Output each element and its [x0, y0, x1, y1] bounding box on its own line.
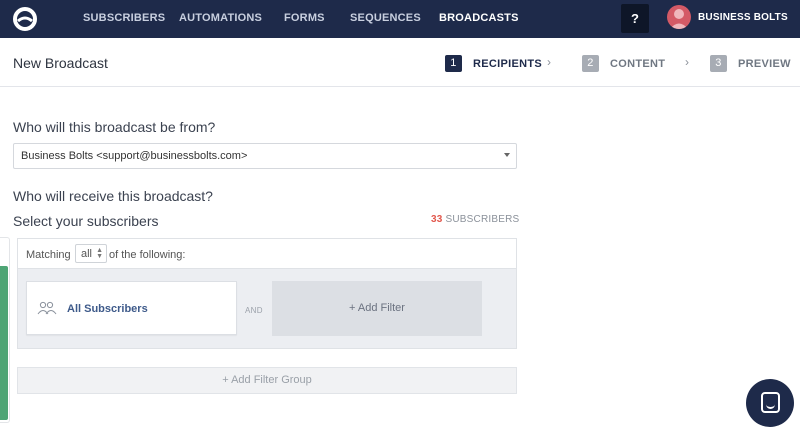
nav-item-sequences[interactable]: SEQUENCES [350, 12, 421, 24]
left-side-panel[interactable] [0, 237, 10, 423]
subscriber-count-suffix: SUBSCRIBERS [445, 214, 520, 225]
and-label: AND [245, 306, 263, 315]
add-filter-group-button[interactable]: + Add Filter Group [17, 367, 517, 394]
from-select-value: Business Bolts <support@businessbolts.co… [21, 150, 248, 162]
caret-down-icon [504, 153, 510, 157]
step-label: RECIPIENTS [473, 57, 543, 70]
updown-icon: ▲ ▼ [96, 247, 103, 260]
filter-group: Matching all ▲ ▼ of the following: All Su… [17, 238, 517, 349]
step-number: 3 [710, 55, 727, 72]
filter-all-subscribers[interactable]: All Subscribers [26, 281, 237, 335]
select-subscribers-label: Select your subscribers [13, 213, 159, 229]
page-title: New Broadcast [13, 55, 108, 71]
step-content[interactable]: 2 CONTENT [582, 55, 665, 72]
chat-icon [761, 392, 780, 413]
matching-select-value: all [81, 248, 93, 260]
users-icon [37, 301, 57, 315]
step-preview[interactable]: 3 PREVIEW [710, 55, 791, 72]
subscriber-count: 33 SUBSCRIBERS [431, 214, 519, 225]
progress-bar [0, 266, 8, 420]
matching-select[interactable]: all ▲ ▼ [75, 244, 107, 263]
nav-item-automations[interactable]: AUTOMATIONS [179, 12, 262, 24]
chevron-right-icon: › [685, 55, 689, 69]
step-number: 2 [582, 55, 599, 72]
step-number: 1 [445, 55, 462, 72]
chat-button[interactable] [746, 379, 794, 427]
account-name[interactable]: BUSINESS BOLTS [698, 12, 788, 23]
nav-item-subscribers[interactable]: SUBSCRIBERS [83, 12, 165, 24]
matching-prefix: Matching [26, 249, 71, 261]
matching-row: Matching all ▲ ▼ of the following: [18, 239, 516, 269]
help-button[interactable]: ? [621, 4, 649, 33]
filter-all-subscribers-label: All Subscribers [67, 303, 148, 315]
nav-item-broadcasts[interactable]: BROADCASTS [439, 12, 519, 24]
matching-suffix: of the following: [109, 249, 186, 261]
receive-question: Who will receive this broadcast? [13, 188, 213, 204]
add-filter-button[interactable]: + Add Filter [272, 281, 482, 336]
from-question: Who will this broadcast be from? [13, 119, 216, 135]
sub-header: New Broadcast 1 RECIPIENTS › 2 CONTENT ›… [0, 38, 800, 87]
step-recipients[interactable]: 1 RECIPIENTS [445, 55, 542, 72]
step-label: PREVIEW [738, 57, 791, 70]
from-select[interactable]: Business Bolts <support@businessbolts.co… [13, 143, 517, 169]
step-label: CONTENT [610, 57, 666, 70]
subscriber-count-number: 33 [431, 214, 443, 225]
top-navigation: SUBSCRIBERS AUTOMATIONS FORMS SEQUENCES … [0, 0, 800, 38]
nav-item-forms[interactable]: FORMS [284, 12, 325, 24]
avatar[interactable] [667, 5, 691, 29]
logo-icon[interactable] [11, 6, 39, 32]
chevron-right-icon: › [547, 55, 551, 69]
